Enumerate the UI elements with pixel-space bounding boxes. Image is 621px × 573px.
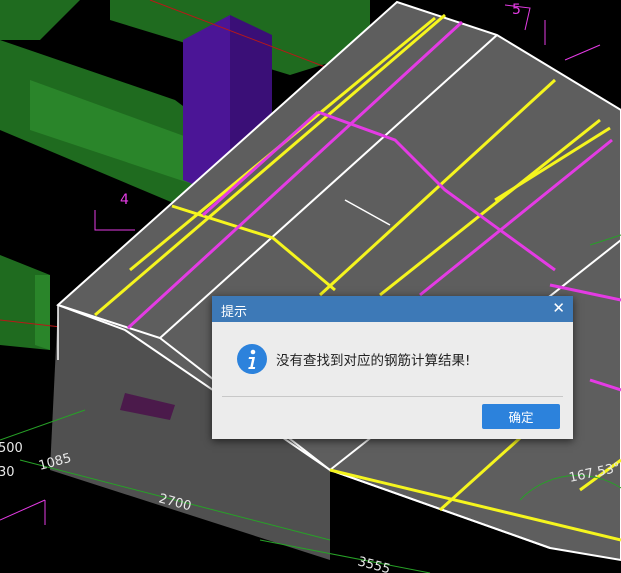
dialog-title: 提示 (221, 305, 248, 320)
dialog-message: 没有查找到对应的钢筋计算结果! (276, 353, 471, 369)
cad-3d-viewport[interactable]: 4 5 1085 2700 3555 167.53° 500 30 (0, 0, 621, 573)
dimension-label: 500 (0, 441, 23, 456)
info-dialog: 提示 ✕ 没有查找到对应的钢筋计算结果! 确定 (212, 296, 573, 439)
ok-button[interactable]: 确定 (482, 404, 560, 429)
close-icon[interactable]: ✕ (552, 299, 565, 317)
dialog-divider (222, 396, 563, 397)
dialog-titlebar[interactable]: 提示 ✕ (212, 296, 573, 322)
dimension-label: 5 (512, 2, 521, 18)
dialog-body: 没有查找到对应的钢筋计算结果! (212, 322, 573, 396)
info-icon (237, 344, 267, 374)
dimension-label: 4 (120, 192, 129, 208)
dimension-label: 3555 (356, 554, 392, 573)
dimension-label: 30 (0, 465, 15, 480)
